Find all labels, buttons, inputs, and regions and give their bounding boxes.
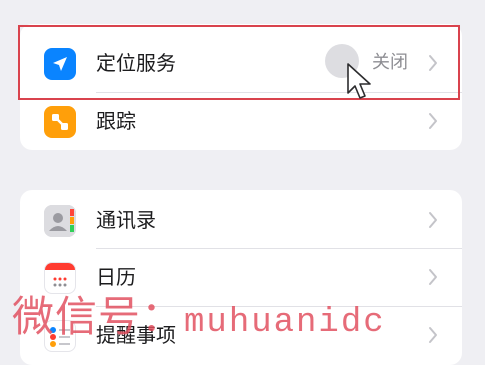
tracking-row[interactable]: 跟踪 [20,92,462,150]
watermark: 微信号：muhuanidc [12,292,386,348]
chevron-right-icon [429,269,437,285]
tracking-label: 跟踪 [96,109,136,133]
calendar-icon [44,262,76,294]
highlight-box [18,25,460,100]
mouse-cursor-icon [347,63,371,99]
watermark-cjk: 微信号： [12,292,185,341]
contacts-row[interactable]: 通讯录 [20,191,462,249]
chevron-right-icon [429,113,437,129]
calendar-label: 日历 [96,265,136,289]
chevron-right-icon [429,212,437,228]
chevron-right-icon [429,327,437,343]
tracking-icon [44,106,76,138]
contacts-icon [44,205,76,237]
contacts-label: 通讯录 [96,208,156,232]
watermark-latin: muhuanidc [184,304,386,342]
